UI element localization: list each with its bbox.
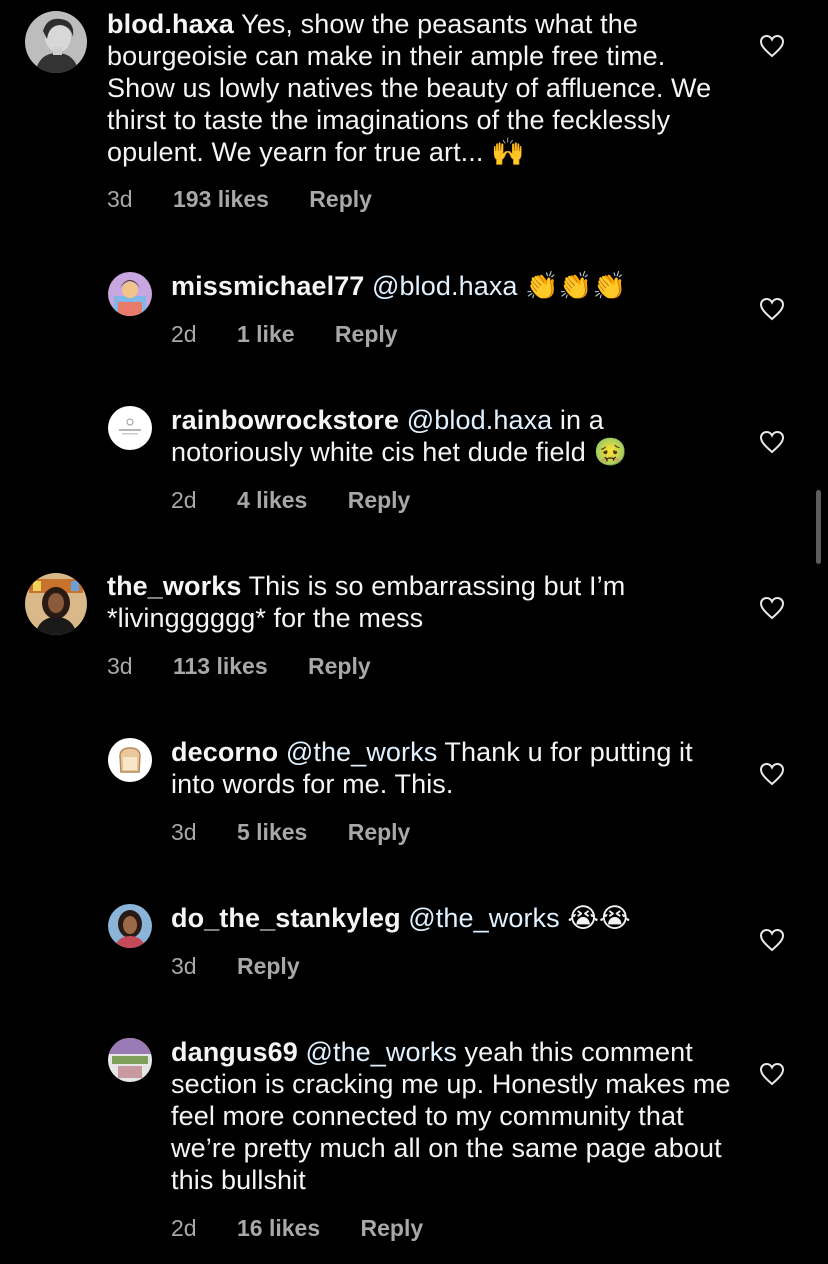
heart-icon[interactable]: [759, 34, 785, 58]
reply-button[interactable]: Reply: [348, 818, 411, 846]
like-count[interactable]: 1 like: [237, 320, 295, 348]
comment-meta: 3d 113 likes Reply: [107, 652, 371, 680]
comment-text: the_works This is so embarrassing but I’…: [107, 570, 717, 634]
comment-meta: 2d 4 likes Reply: [171, 486, 410, 514]
username[interactable]: decorno: [171, 737, 278, 767]
username[interactable]: dangus69: [171, 1037, 298, 1067]
mention-link[interactable]: @the_works: [286, 737, 437, 767]
avatar[interactable]: [108, 738, 152, 782]
username[interactable]: missmichael77: [171, 271, 364, 301]
loudly-crying-face-emoji: 😭😭: [567, 903, 631, 934]
username[interactable]: rainbowrockstore: [171, 405, 399, 435]
avatar[interactable]: [25, 573, 87, 635]
timestamp: 3d: [171, 819, 197, 845]
raised-hands-emoji: 🙌: [491, 137, 525, 168]
mention-link[interactable]: @the_works: [408, 903, 559, 933]
avatar[interactable]: [108, 406, 152, 450]
comment-meta: 2d 1 like Reply: [171, 320, 398, 348]
username[interactable]: blod.haxa: [107, 9, 234, 39]
heart-icon[interactable]: [759, 297, 785, 321]
reply-button[interactable]: Reply: [308, 652, 371, 680]
comment-meta: 3d 193 likes Reply: [107, 185, 372, 213]
heart-icon[interactable]: [759, 596, 785, 620]
timestamp: 2d: [171, 321, 197, 347]
reply-button[interactable]: Reply: [361, 1214, 424, 1242]
nauseated-face-emoji: 🤢: [593, 437, 628, 468]
comment-text: missmichael77 @blod.haxa 👏👏👏: [171, 270, 731, 303]
avatar[interactable]: [108, 272, 152, 316]
reply-button[interactable]: Reply: [335, 320, 398, 348]
timestamp: 3d: [107, 653, 133, 679]
reply-button[interactable]: Reply: [309, 185, 372, 213]
mention-link[interactable]: @blod.haxa: [407, 405, 553, 435]
timestamp: 2d: [171, 487, 197, 513]
heart-icon[interactable]: [759, 430, 785, 454]
username[interactable]: the_works: [107, 571, 241, 601]
comment-text: decorno @the_works Thank u for putting i…: [171, 736, 731, 800]
mention-link[interactable]: @the_works: [305, 1037, 456, 1067]
heart-icon[interactable]: [759, 762, 785, 786]
comment-meta: 3d Reply: [171, 952, 300, 980]
comment-text: do_the_stankyleg @the_works 😭😭: [171, 902, 731, 935]
avatar[interactable]: [108, 904, 152, 948]
reply-button[interactable]: Reply: [237, 952, 300, 980]
like-count[interactable]: 193 likes: [173, 185, 269, 213]
mention-link[interactable]: @blod.haxa: [372, 271, 518, 301]
username[interactable]: do_the_stankyleg: [171, 903, 401, 933]
like-count[interactable]: 16 likes: [237, 1214, 320, 1242]
avatar[interactable]: [25, 11, 87, 73]
timestamp: 3d: [171, 953, 197, 979]
comment-text: dangus69 @the_works yeah this comment se…: [171, 1036, 731, 1196]
comment-text: rainbowrockstore @blod.haxa in a notorio…: [171, 404, 731, 469]
like-count[interactable]: 113 likes: [173, 652, 268, 680]
comment-meta: 3d 5 likes Reply: [171, 818, 410, 846]
timestamp: 2d: [171, 1215, 197, 1241]
comment-text: blod.haxa Yes, show the peasants what th…: [107, 8, 717, 169]
timestamp: 3d: [107, 186, 133, 212]
like-count[interactable]: 4 likes: [237, 486, 307, 514]
reply-button[interactable]: Reply: [348, 486, 411, 514]
heart-icon[interactable]: [759, 928, 785, 952]
comment-meta: 2d 16 likes Reply: [171, 1214, 423, 1242]
scrollbar[interactable]: [816, 490, 821, 564]
avatar[interactable]: [108, 1038, 152, 1082]
like-count[interactable]: 5 likes: [237, 818, 307, 846]
clapping-hands-emoji: 👏👏👏: [525, 271, 627, 302]
heart-icon[interactable]: [759, 1062, 785, 1086]
